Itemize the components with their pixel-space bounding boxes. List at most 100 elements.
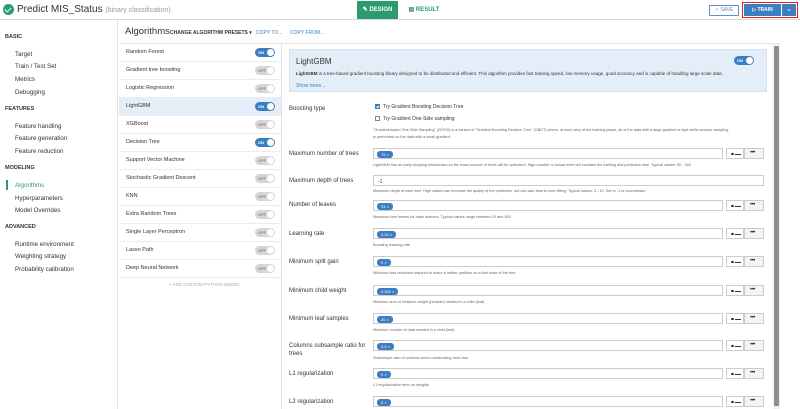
learning-rate-field[interactable]: 0.02 ×	[373, 228, 723, 239]
nav-feature-reduction[interactable]: Feature reduction	[15, 148, 64, 155]
range-mode-button[interactable]	[726, 148, 744, 159]
max-depth-field[interactable]: -1	[373, 175, 764, 186]
algorithm-row[interactable]: XGBoost OFF	[119, 116, 281, 134]
algorithm-row[interactable]: Deep Neural Network OFF	[119, 260, 281, 278]
algorithm-row[interactable]: Extra Random Trees OFF	[119, 206, 281, 224]
change-presets-dropdown[interactable]: CHANGE ALGORITHM PRESETS ▾	[170, 30, 252, 36]
algorithm-toggle[interactable]: OFF	[255, 228, 275, 237]
explicit-values-button[interactable]: •••	[744, 396, 764, 407]
value-chip[interactable]: 0 ×	[377, 399, 391, 406]
min-child-weight-field[interactable]: 0.001 ×	[373, 285, 723, 296]
range-mode-button[interactable]	[726, 200, 744, 211]
nav-algorithms[interactable]: Algorithms	[15, 182, 44, 189]
min-split-gain-field[interactable]: 0 ×	[373, 256, 723, 267]
range-mode-button[interactable]	[726, 256, 744, 267]
nav-feature-handling[interactable]: Feature handling	[15, 123, 61, 130]
chip-close-icon[interactable]: ×	[384, 400, 386, 405]
algorithm-toggle[interactable]: ON	[255, 102, 275, 111]
range-mode-button[interactable]	[726, 396, 744, 407]
nav-runtime-environment[interactable]: Runtime environment	[15, 241, 74, 248]
value-chip[interactable]: 0 ×	[377, 259, 391, 266]
algorithm-row[interactable]: Random Forest ON	[119, 44, 281, 62]
algorithm-toggle[interactable]: OFF	[255, 174, 275, 183]
value-chip[interactable]: 0 ×	[377, 371, 391, 378]
chip-close-icon[interactable]: ×	[388, 344, 390, 349]
nav-feature-generation[interactable]: Feature generation	[15, 135, 67, 142]
nav-metrics[interactable]: Metrics	[15, 76, 35, 83]
app-logo-icon[interactable]	[3, 4, 14, 15]
algorithm-toggle[interactable]: OFF	[255, 246, 275, 255]
chip-close-icon[interactable]: ×	[387, 204, 389, 209]
algorithm-toggle[interactable]: ON	[255, 138, 275, 147]
algorithm-row[interactable]: Support Vector Machine OFF	[119, 152, 281, 170]
explicit-values-button[interactable]: •••	[744, 368, 764, 379]
value-chip[interactable]: 0.9 ×	[377, 343, 395, 350]
algorithm-row[interactable]: Decision Tree ON	[119, 134, 281, 152]
l2-regularization-field[interactable]: 0 ×	[373, 396, 723, 407]
min-leaf-samples-field[interactable]: 20 ×	[373, 313, 723, 324]
value-chip[interactable]: 0.001 ×	[377, 288, 399, 295]
algorithm-detail-toggle[interactable]: ON	[734, 56, 754, 65]
range-mode-button[interactable]	[726, 340, 744, 351]
chip-close-icon[interactable]: ×	[384, 372, 386, 377]
nav-probability-calibration[interactable]: Probability calibration	[15, 266, 74, 273]
gbdt-checkbox[interactable]	[375, 104, 380, 109]
explicit-values-button[interactable]: •••	[744, 256, 764, 267]
value-chip[interactable]: 31 ×	[377, 203, 393, 210]
nav-target[interactable]: Target	[15, 51, 32, 58]
algorithm-toggle[interactable]: OFF	[255, 192, 275, 201]
algorithm-row-selected[interactable]: LightGBM ON	[119, 98, 281, 116]
chip-close-icon[interactable]: ×	[387, 317, 389, 322]
chip-close-icon[interactable]: ×	[384, 260, 386, 265]
nav-model-overrides[interactable]: Model Overrides	[15, 207, 60, 214]
range-mode-button[interactable]	[726, 228, 744, 239]
nav-hyperparameters[interactable]: Hyperparameters	[15, 195, 63, 202]
value-chip[interactable]: 75 ×	[377, 151, 393, 158]
algorithm-row[interactable]: KNN OFF	[119, 188, 281, 206]
algorithm-row[interactable]: Lasso Path OFF	[119, 242, 281, 260]
explicit-values-button[interactable]: •••	[744, 200, 764, 211]
nav-train-test-set[interactable]: Train / Test Set	[15, 63, 56, 70]
algorithm-toggle[interactable]: OFF	[255, 120, 275, 129]
add-custom-model-button[interactable]: + ADD CUSTOM PYTHON MODEL	[169, 282, 240, 287]
algorithm-toggle[interactable]: OFF	[255, 156, 275, 165]
explicit-values-button[interactable]: •••	[744, 285, 764, 296]
algorithm-row[interactable]: Single Layer Perceptron OFF	[119, 224, 281, 242]
algorithm-row[interactable]: Logistic Regression OFF	[119, 80, 281, 98]
explicit-values-button[interactable]: •••	[744, 228, 764, 239]
algorithm-toggle[interactable]: OFF	[255, 66, 275, 75]
max-trees-field[interactable]: 75 ×	[373, 148, 723, 159]
value-chip[interactable]: 0.02 ×	[377, 231, 397, 238]
range-mode-button[interactable]	[726, 285, 744, 296]
l1-regularization-field[interactable]: 0 ×	[373, 368, 723, 379]
algorithm-toggle[interactable]: OFF	[255, 84, 275, 93]
train-button[interactable]: ▷ TRAIN	[744, 4, 781, 16]
nav-debugging[interactable]: Debugging	[15, 89, 45, 96]
range-mode-button[interactable]	[726, 368, 744, 379]
nav-weighting-strategy[interactable]: Weighting strategy	[15, 253, 66, 260]
value-chip[interactable]: 20 ×	[377, 316, 393, 323]
train-dropdown-button[interactable]: ⌄	[782, 4, 796, 16]
copy-to-link[interactable]: COPY TO...	[256, 30, 282, 36]
show-more-link[interactable]: Show more...	[296, 83, 325, 89]
explicit-values-button[interactable]: •••	[744, 313, 764, 324]
explicit-values-button[interactable]: •••	[744, 148, 764, 159]
explicit-values-button[interactable]: •••	[744, 340, 764, 351]
tab-result[interactable]: ▤ RESULT	[406, 1, 442, 19]
save-button[interactable]: ✓ SAVE	[709, 5, 739, 16]
algorithm-row[interactable]: Gradient tree boosting OFF	[119, 62, 281, 80]
range-mode-button[interactable]	[726, 313, 744, 324]
chip-close-icon[interactable]: ×	[387, 152, 389, 157]
chip-close-icon[interactable]: ×	[390, 232, 392, 237]
scrollbar-thumb[interactable]	[774, 46, 779, 406]
chip-close-icon[interactable]: ×	[392, 289, 394, 294]
colsample-field[interactable]: 0.9 ×	[373, 340, 723, 351]
copy-from-link[interactable]: COPY FROM...	[290, 30, 324, 36]
algorithm-row[interactable]: Stochastic Gradient Descent OFF	[119, 170, 281, 188]
tab-design[interactable]: ✎ DESIGN	[357, 1, 398, 19]
goss-checkbox[interactable]	[375, 116, 380, 121]
algorithm-toggle[interactable]: OFF	[255, 210, 275, 219]
algorithm-toggle[interactable]: ON	[255, 48, 275, 57]
num-leaves-field[interactable]: 31 ×	[373, 200, 723, 211]
algorithm-toggle[interactable]: OFF	[255, 264, 275, 273]
